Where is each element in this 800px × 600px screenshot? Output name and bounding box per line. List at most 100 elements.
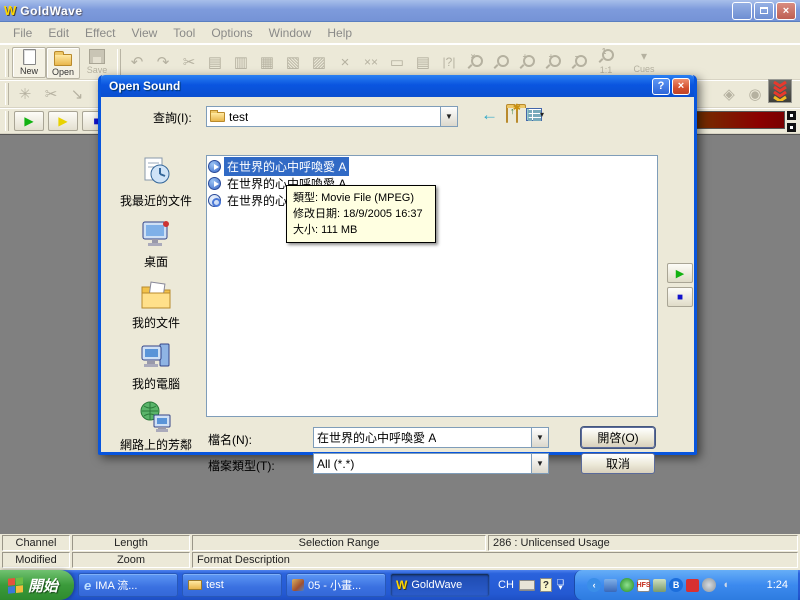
menu-item-tool[interactable]: Tool xyxy=(166,23,202,43)
open-confirm-button[interactable]: 開啓(O) xyxy=(581,427,655,448)
media-file-icon xyxy=(208,194,221,207)
chevron-down-icon[interactable]: ▼ xyxy=(531,428,548,447)
file-type-value: All (*.*) xyxy=(317,457,354,471)
chevrons-icon xyxy=(772,81,788,101)
menu-item-options[interactable]: Options xyxy=(204,23,259,43)
preview-play-button[interactable]: ▶ xyxy=(667,263,693,283)
new-button[interactable]: New xyxy=(12,47,46,78)
status-format-description: Format Description xyxy=(192,552,798,568)
goldwave-icon: W xyxy=(396,578,407,592)
taskbar-clock: 1:24 xyxy=(767,579,792,591)
menu-item-edit[interactable]: Edit xyxy=(41,23,76,43)
document-icon: ▤ xyxy=(410,47,436,77)
preview-stop-button[interactable]: ■ xyxy=(667,287,693,307)
taskbar-item-goldwave[interactable]: W GoldWave xyxy=(390,573,490,597)
taskbar: 開始 e IMA 流... test 05 - 小畫... W GoldWave… xyxy=(0,570,800,600)
dialog-close-button[interactable]: × xyxy=(672,78,690,95)
place-my-computer[interactable]: 我的電腦 xyxy=(132,338,180,392)
zoom-all-icon xyxy=(488,47,514,77)
tray-hfs-icon[interactable]: HFS xyxy=(637,579,650,592)
keyboard-icon[interactable] xyxy=(519,580,535,591)
windows-logo-icon xyxy=(8,577,23,594)
dialog-help-button[interactable]: ? xyxy=(652,78,670,95)
cancel-button[interactable]: 取消 xyxy=(581,453,655,474)
language-bar[interactable]: CH ? ❏▾ xyxy=(494,578,568,592)
cues-dropdown: ▾ Cues xyxy=(626,47,662,76)
taskbar-item-ima[interactable]: e IMA 流... xyxy=(78,573,178,597)
menu-item-window[interactable]: Window xyxy=(262,23,319,43)
file-name-combobox[interactable]: 在世界的心中呼喚愛 A ▼ xyxy=(313,427,549,448)
status-channel: Channel xyxy=(2,535,70,551)
file-row-selected[interactable]: 在世界的心中呼喚愛 A xyxy=(208,158,656,175)
paint-icon xyxy=(292,579,304,591)
language-indicator[interactable]: CH xyxy=(498,579,514,591)
zoom-selection-icon: × xyxy=(462,47,488,77)
tray-collapse-icon[interactable]: ‹ xyxy=(587,578,601,592)
places-bar: 我最近的文件 桌面 我的文件 xyxy=(109,155,203,453)
dialog-title-bar: Open Sound ? × xyxy=(101,75,694,97)
open-label: Open xyxy=(52,67,74,77)
taskbar-item-test[interactable]: test xyxy=(182,573,282,597)
media-file-icon xyxy=(208,177,221,190)
toolbar-grip xyxy=(117,49,121,77)
open-button[interactable]: Open xyxy=(46,47,80,79)
place-recent-documents[interactable]: 我最近的文件 xyxy=(120,155,192,209)
taskbar-item-paint[interactable]: 05 - 小畫... xyxy=(286,573,386,597)
folder-icon xyxy=(188,580,202,590)
copy-icon: ▤ xyxy=(202,47,228,77)
back-icon[interactable]: ← xyxy=(481,106,498,123)
open-sound-dialog: Open Sound ? × 查詢(I): test ▼ ← ↑ ✱ ▾ xyxy=(98,75,697,455)
menu-item-help[interactable]: Help xyxy=(320,23,359,43)
restore-button[interactable] xyxy=(754,2,774,20)
new-file-icon xyxy=(23,49,36,65)
zoom-1-1-icon: 1 xyxy=(599,49,614,64)
tooltip-modified-date: 修改日期: 18/9/2005 16:37 xyxy=(293,206,429,222)
file-name-label: 檔名(N): xyxy=(208,431,252,448)
tray-volume-icon[interactable]: ◖ xyxy=(719,579,732,592)
tray-network-icon[interactable] xyxy=(604,579,617,592)
language-help-icon[interactable]: ? xyxy=(540,578,552,592)
place-network[interactable]: 網路上的芳鄰 xyxy=(120,399,192,453)
up-one-level-icon[interactable]: ↑ xyxy=(506,108,508,122)
views-menu-icon[interactable]: ▾ xyxy=(526,108,544,121)
language-options-icon[interactable]: ❏▾ xyxy=(557,580,564,590)
look-in-combobox[interactable]: test ▼ xyxy=(206,106,458,127)
new-folder-icon[interactable]: ✱ xyxy=(516,108,518,122)
cues-arrow-icon: ▾ xyxy=(631,49,657,63)
system-tray: ‹ HFS B ◖ 1:24 xyxy=(574,570,798,600)
tray-globe-icon[interactable] xyxy=(702,578,716,592)
cut-icon: ✂ xyxy=(176,47,202,77)
undo-icon: ↶ xyxy=(124,47,150,77)
chevron-down-icon[interactable]: ▼ xyxy=(531,454,548,473)
file-info-tooltip: 類型: Movie File (MPEG) 修改日期: 18/9/2005 16… xyxy=(286,185,436,243)
zoom-in-icon: + xyxy=(514,47,540,77)
play-button[interactable]: ▶ xyxy=(14,111,44,131)
menu-item-effect[interactable]: Effect xyxy=(78,23,122,43)
tray-eye-icon[interactable] xyxy=(620,578,634,592)
minimize-button[interactable]: _ xyxy=(732,2,752,20)
place-desktop[interactable]: 桌面 xyxy=(138,216,174,270)
zoom-out-icon: − xyxy=(566,47,592,77)
tooltip-size: 大小: 111 MB xyxy=(293,222,429,238)
place-my-documents[interactable]: 我的文件 xyxy=(132,277,180,331)
chevron-down-icon[interactable]: ▼ xyxy=(440,107,457,126)
my-computer-icon xyxy=(138,338,174,374)
tray-media-icon[interactable] xyxy=(686,579,699,592)
toolbar-grip xyxy=(5,83,9,105)
save-button: Save xyxy=(80,47,114,77)
tooltip-type: 類型: Movie File (MPEG) xyxy=(293,190,429,206)
start-button[interactable]: 開始 xyxy=(0,570,74,600)
delete-all-icon: ×× xyxy=(358,47,384,77)
tray-users-icon[interactable] xyxy=(653,579,666,592)
menu-item-view[interactable]: View xyxy=(125,23,165,43)
info-icon: |?| xyxy=(436,47,462,77)
effect-icon-5: ◈ xyxy=(716,79,742,109)
close-button[interactable]: × xyxy=(776,2,796,20)
effect-icon-1: ✳ xyxy=(12,79,38,109)
tray-bluetooth-icon[interactable]: B xyxy=(669,578,683,592)
status-selection-range: Selection Range xyxy=(192,535,486,551)
file-type-combobox[interactable]: All (*.*) ▼ xyxy=(313,453,549,474)
device-controls-panel[interactable] xyxy=(768,79,792,103)
play-alt-button[interactable]: ▶ xyxy=(48,111,78,131)
menu-item-file[interactable]: File xyxy=(6,23,39,43)
